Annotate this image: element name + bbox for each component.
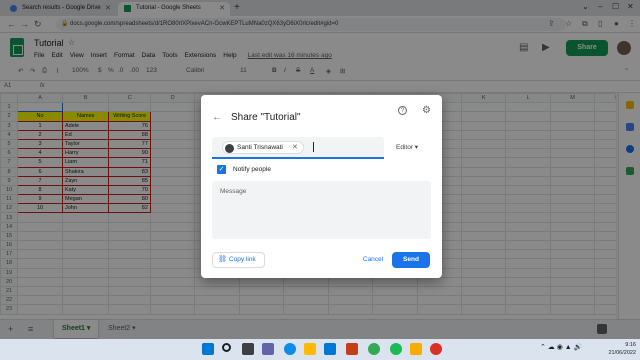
spotify-icon[interactable] — [390, 343, 402, 355]
clock-date: 21/06/2022 — [608, 350, 636, 356]
file-explorer-icon[interactable] — [304, 343, 316, 355]
copy-link-button[interactable]: ⛓ Copy link — [212, 252, 265, 268]
help-icon[interactable]: ? — [398, 106, 407, 115]
add-people-input[interactable]: Santi Trisnawati ✕ — [212, 137, 384, 159]
role-select[interactable]: Editor ▾ — [396, 143, 418, 151]
chevron-down-icon: ▾ — [414, 144, 419, 151]
send-button[interactable]: Send — [392, 252, 430, 268]
cancel-button[interactable]: Cancel — [358, 252, 388, 268]
dialog-title: Share "Tutorial" — [231, 112, 301, 123]
message-placeholder: Message — [220, 188, 247, 195]
chip-avatar — [225, 143, 234, 153]
back-arrow-icon[interactable]: ← — [212, 112, 222, 123]
tray-icons[interactable]: ⌃ ☁ ◉ ▲ 🔊 — [540, 344, 582, 352]
copy-link-label: Copy link — [229, 256, 256, 263]
app-icon[interactable] — [410, 343, 422, 355]
remove-chip-icon[interactable]: ✕ — [292, 142, 298, 153]
windows-taskbar: ⌃ ☁ ◉ ▲ 🔊 9:16 21/06/2022 — [0, 339, 640, 360]
message-textarea[interactable]: Message — [212, 181, 431, 239]
text-caret — [313, 142, 314, 152]
windows-start-icon[interactable] — [202, 343, 214, 355]
task-view-icon[interactable] — [242, 343, 254, 355]
clock-time: 9:16 — [625, 342, 636, 348]
clock[interactable]: 9:16 21/06/2022 — [596, 341, 636, 357]
office-icon[interactable] — [346, 343, 358, 355]
record-icon[interactable] — [430, 343, 442, 355]
search-icon[interactable] — [222, 343, 231, 352]
person-chip[interactable]: Santi Trisnawati ✕ — [222, 141, 304, 154]
edge-icon[interactable] — [284, 343, 296, 355]
chrome-icon[interactable] — [368, 343, 380, 355]
chip-name: Santi Trisnawati — [237, 144, 283, 151]
teams-icon[interactable] — [262, 343, 274, 355]
store-icon[interactable] — [324, 343, 336, 355]
notify-checkbox[interactable]: ✓ — [217, 165, 226, 174]
role-value: Editor — [396, 144, 413, 151]
link-icon: ⛓ — [218, 256, 227, 263]
notify-label: Notify people — [233, 166, 271, 173]
gear-icon[interactable]: ⚙ — [422, 105, 431, 116]
share-dialog: ← Share "Tutorial" ? ⚙ Santi Trisnawati … — [201, 95, 442, 278]
